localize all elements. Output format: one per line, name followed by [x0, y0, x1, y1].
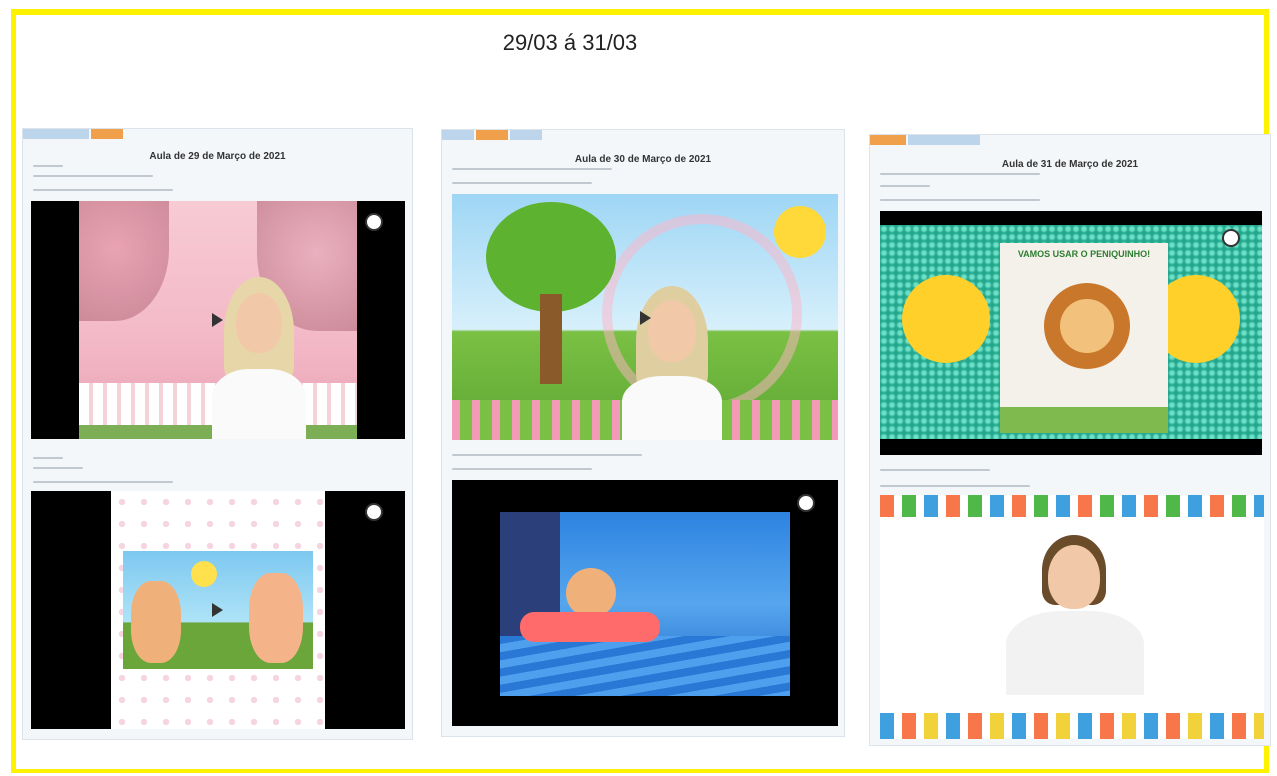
play-icon[interactable]: [212, 313, 223, 327]
date-range-heading: 29/03 á 31/03: [502, 30, 638, 55]
teacher-figure: [612, 286, 732, 440]
tab-1[interactable]: [23, 129, 89, 139]
panel-title: Aula de 29 de Março de 2021: [149, 151, 286, 162]
tab-2[interactable]: [908, 135, 980, 145]
text-line: [33, 481, 173, 483]
text-line: [452, 168, 612, 170]
video-player-2[interactable]: [880, 495, 1264, 739]
panel-tabs: [23, 129, 123, 139]
video-thumbnail: VAMOS USAR O PENIQUINHO!: [880, 225, 1262, 439]
text-line: [880, 469, 990, 471]
video-player-1[interactable]: VAMOS USAR O PENIQUINHO!: [880, 211, 1262, 455]
panel-title: Aula de 31 de Março de 2021: [1001, 159, 1139, 170]
teacher-figure: [204, 277, 314, 439]
text-line: [452, 468, 592, 470]
video-player-1[interactable]: [452, 194, 838, 440]
tab-active[interactable]: [91, 129, 123, 139]
text-line: [880, 199, 1040, 201]
text-line: [33, 189, 173, 191]
book-cover: VAMOS USAR O PENIQUINHO!: [1000, 243, 1168, 433]
teacher-figure: [1000, 535, 1150, 695]
tab-1[interactable]: [442, 130, 474, 140]
text-line: [452, 454, 642, 456]
book-title: VAMOS USAR O PENIQUINHO!: [1017, 249, 1151, 259]
text-line: [880, 173, 1040, 175]
text-line: [880, 185, 930, 187]
text-line: [33, 175, 153, 177]
tab-active[interactable]: [870, 135, 906, 145]
panel-title: Aula de 30 de Março de 2021: [574, 154, 712, 165]
video-player-2[interactable]: [452, 480, 838, 726]
panel-tabs: [870, 135, 980, 145]
tab-3[interactable]: [510, 130, 542, 140]
play-icon[interactable]: [640, 311, 651, 325]
video-player-1[interactable]: [31, 201, 405, 439]
play-icon[interactable]: [212, 603, 223, 617]
yellow-frame-bottom: [11, 769, 1269, 773]
text-line: [33, 457, 63, 459]
panel-tabs: [442, 130, 542, 140]
camera-logo-icon: [365, 503, 383, 521]
video-player-2[interactable]: [31, 491, 405, 729]
lesson-panel-29: Aula de 29 de Março de 2021: [22, 128, 413, 740]
camera-logo-icon: [1222, 229, 1240, 247]
lesson-panel-31: Aula de 31 de Março de 2021 VAMOS USAR O…: [869, 134, 1271, 746]
video-thumbnail: [500, 512, 790, 696]
text-line: [33, 165, 63, 167]
lesson-panel-30: Aula de 30 de Março de 2021: [441, 129, 845, 737]
text-line: [33, 467, 83, 469]
text-line: [880, 485, 1030, 487]
tab-active[interactable]: [476, 130, 508, 140]
camera-logo-icon: [365, 213, 383, 231]
camera-logo-icon: [797, 494, 815, 512]
text-line: [452, 182, 592, 184]
